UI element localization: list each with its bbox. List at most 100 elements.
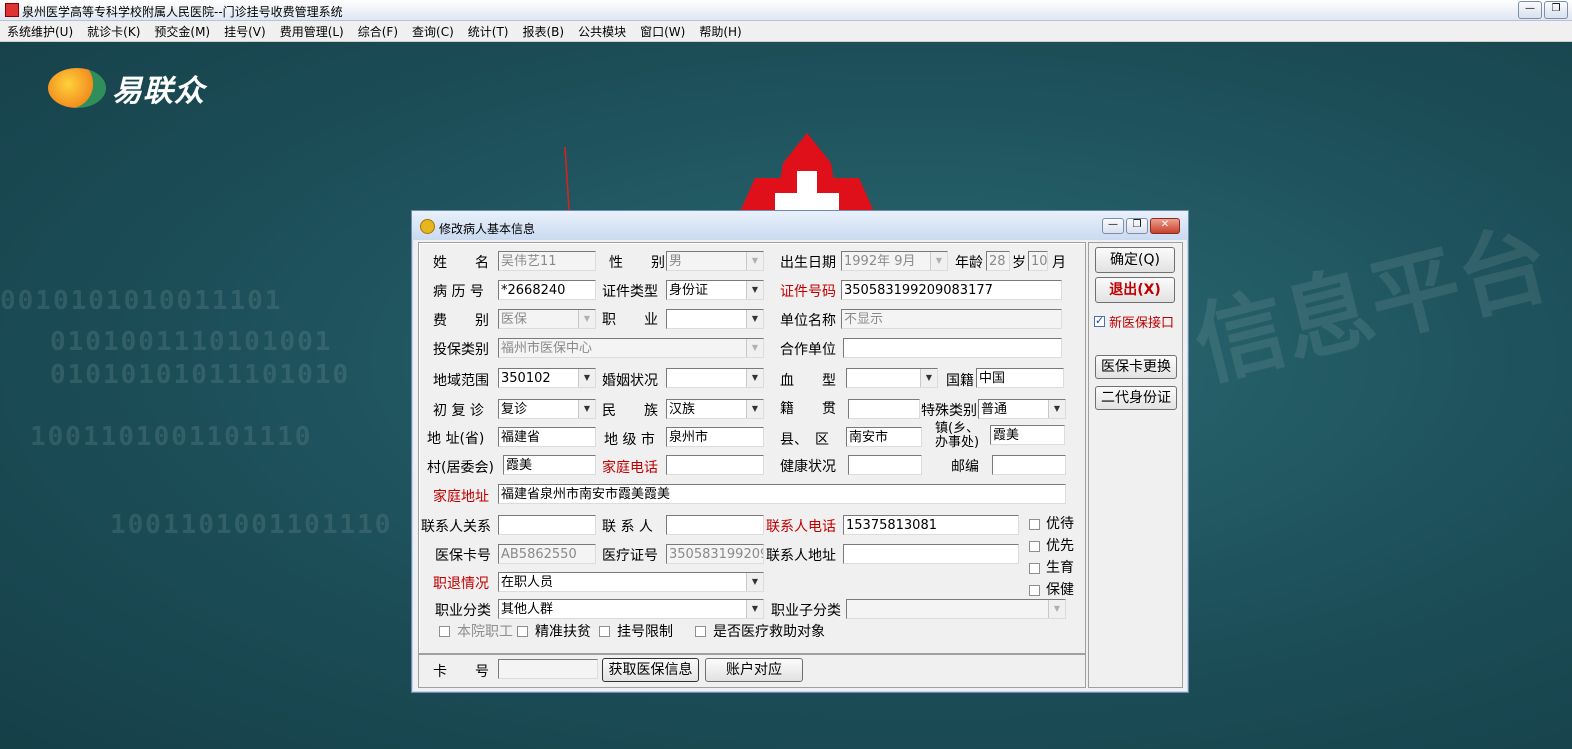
minimize-button[interactable]: — (1518, 1, 1542, 19)
binary-decoration: 0010101010011101 (0, 286, 283, 316)
marital-label: 婚姻状况 (602, 373, 658, 389)
poverty-checkbox[interactable] (517, 626, 528, 637)
company-field[interactable]: 不显示 (841, 309, 1062, 329)
sex-select[interactable]: 男 ▼ (666, 251, 764, 271)
menu-general[interactable]: 综合(F) (351, 23, 405, 40)
change-insure-card-button[interactable]: 医保卡更换 (1095, 355, 1177, 379)
shengyu-checkbox[interactable] (1029, 563, 1040, 574)
contact-phone-field[interactable]: 15375813081 (843, 515, 1019, 535)
app-icon (5, 3, 19, 17)
retire-select[interactable]: 在职人员 ▼ (498, 572, 764, 592)
dialog-maximize-button[interactable]: ❐ (1126, 218, 1148, 234)
marital-select[interactable]: ▼ (666, 368, 764, 388)
birth-date-picker[interactable]: 1992年 9月 ▼ (841, 251, 948, 271)
job-select[interactable]: ▼ (666, 309, 764, 329)
menu-deposit[interactable]: 预交金(M) (147, 23, 217, 40)
baojian-checkbox[interactable] (1029, 585, 1040, 596)
menu-stats[interactable]: 统计(T) (461, 23, 516, 40)
new-insure-checkbox[interactable] (1094, 314, 1105, 327)
menu-query[interactable]: 查询(C) (405, 23, 461, 40)
company-logo: 易联众 (48, 66, 205, 110)
menu-register[interactable]: 挂号(V) (217, 23, 273, 40)
nationality-field[interactable]: 中国 (976, 368, 1064, 388)
visit-select[interactable]: 复诊 ▼ (498, 399, 596, 419)
contact-addr-field[interactable] (843, 544, 1019, 564)
sex-value: 男 (669, 254, 683, 269)
staff-label: 本院职工 (457, 624, 513, 640)
birth-value: 1992年 9月 (844, 254, 916, 269)
job-subclass-label: 职业子分类 (771, 603, 841, 619)
id-no-field[interactable]: 350583199209083177 (841, 280, 1062, 300)
ethnic-select[interactable]: 汉族 ▼ (666, 399, 764, 419)
insure-card-field[interactable]: AB5862550 (498, 544, 596, 564)
background-slogan: 信息平台 (1184, 210, 1560, 400)
binary-decoration: 1001101001101110 (30, 422, 313, 452)
month-field[interactable]: 10 (1028, 251, 1048, 271)
insure-type-value: 福州市医保中心 (501, 341, 593, 356)
nationality-label: 国籍 (946, 373, 974, 389)
dialog-close-button[interactable]: ✕ (1150, 218, 1180, 234)
menu-help[interactable]: 帮助(H) (692, 23, 748, 40)
aid-label: 是否医疗救助对象 (713, 624, 825, 640)
region-select[interactable]: 350102 ▼ (498, 368, 596, 388)
menu-bar: 系统维护(U) 就诊卡(K) 预交金(M) 挂号(V) 费用管理(L) 综合(F… (0, 21, 1572, 42)
county-field[interactable]: 南安市 (846, 427, 922, 447)
card-no-label: 卡 号 (433, 664, 489, 680)
chevron-down-icon: ▼ (746, 573, 763, 591)
health-field[interactable] (848, 455, 922, 475)
staff-checkbox[interactable] (439, 626, 450, 637)
menu-card[interactable]: 就诊卡(K) (80, 23, 147, 40)
restore-button[interactable]: ❐ (1544, 1, 1568, 19)
id-type-select[interactable]: 身份证 ▼ (666, 280, 764, 300)
aid-checkbox[interactable] (695, 626, 706, 637)
retire-value: 在职人员 (501, 575, 554, 590)
chevron-down-icon: ▼ (578, 400, 595, 418)
name-field[interactable]: 吴伟艺11 (498, 251, 596, 271)
birth-label: 出生日期 (780, 255, 836, 271)
age-field[interactable]: 28 (986, 251, 1010, 271)
home-phone-label: 家庭电话 (602, 460, 658, 476)
coop-unit-field[interactable] (843, 338, 1062, 358)
contact-phone-label: 联系人电话 (766, 519, 836, 535)
youxian-checkbox[interactable] (1029, 541, 1040, 552)
menu-fee[interactable]: 费用管理(L) (273, 23, 351, 40)
company-label: 单位名称 (780, 313, 836, 329)
menu-public[interactable]: 公共模块 (571, 23, 633, 40)
dialog-minimize-button[interactable]: — (1102, 218, 1124, 234)
home-addr-field[interactable]: 福建省泉州市南安市霞美霞美 (498, 484, 1066, 504)
exit-button[interactable]: 退出(X) (1095, 277, 1175, 303)
card-no-field[interactable] (498, 659, 598, 679)
contact-field[interactable] (666, 515, 764, 535)
village-field[interactable]: 霞美 (503, 455, 596, 475)
town-field[interactable]: 霞美 (990, 425, 1065, 445)
native-field[interactable] (848, 399, 920, 419)
insure-type-select[interactable]: 福州市医保中心 ▼ (498, 338, 764, 358)
special-select[interactable]: 普通 ▼ (978, 399, 1066, 419)
province-field[interactable]: 福建省 (498, 427, 596, 447)
limit-checkbox[interactable] (599, 626, 610, 637)
account-match-button[interactable]: 账户对应 (705, 658, 803, 682)
get-insure-info-button[interactable]: 获取医保信息 (602, 658, 699, 682)
menu-window[interactable]: 窗口(W) (633, 23, 692, 40)
job-class-select[interactable]: 其他人群 ▼ (498, 599, 764, 619)
medical-id-field[interactable]: 35058319920908 (666, 544, 764, 564)
youdai-checkbox[interactable] (1029, 519, 1040, 530)
chevron-down-icon: ▼ (746, 339, 763, 357)
county-label: 县、 区 (780, 432, 829, 448)
second-gen-id-button[interactable]: 二代身份证 (1095, 386, 1177, 410)
city-label: 地 级 市 (604, 432, 655, 448)
postcode-field[interactable] (992, 455, 1066, 475)
limit-label: 挂号限制 (617, 624, 673, 640)
contact-rel-field[interactable] (498, 515, 596, 535)
blood-select[interactable]: ▼ (846, 368, 938, 388)
ok-button[interactable]: 确定(Q) (1095, 247, 1175, 273)
fee-type-select[interactable]: 医保 ▼ (498, 309, 596, 329)
menu-report[interactable]: 报表(B) (515, 23, 571, 40)
region-label: 地域范围 (433, 373, 489, 389)
dialog-title: 修改病人基本信息 (439, 222, 536, 236)
job-subclass-select[interactable]: ▼ (846, 599, 1066, 619)
home-phone-field[interactable] (666, 455, 764, 475)
city-field[interactable]: 泉州市 (666, 427, 764, 447)
record-no-field[interactable]: *2668240 (498, 280, 596, 300)
menu-system[interactable]: 系统维护(U) (0, 23, 80, 40)
